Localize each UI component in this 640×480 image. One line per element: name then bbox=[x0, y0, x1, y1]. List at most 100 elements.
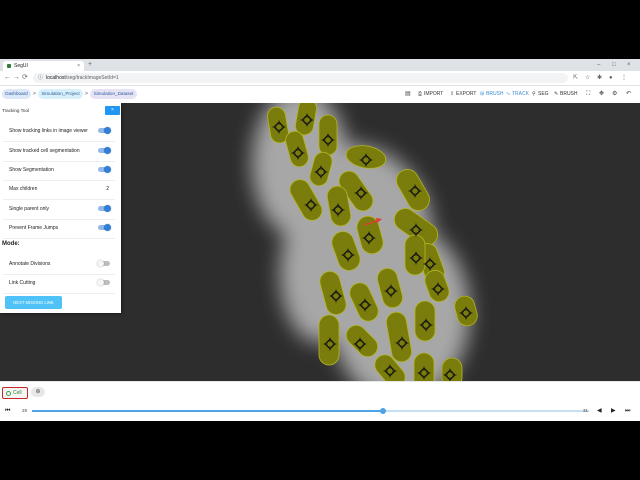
track-tab[interactable]: ∿ TRACK bbox=[506, 89, 529, 99]
toggle-knob bbox=[104, 147, 111, 154]
frame-slider-fill bbox=[32, 410, 383, 412]
url-text: localhost/seg/trackImageSetId=1 bbox=[46, 73, 119, 83]
breadcrumb-label: Dashboard bbox=[5, 91, 28, 96]
new-tab-icon[interactable]: + bbox=[88, 60, 92, 70]
breadcrumb-project[interactable]: Simulation_Project bbox=[38, 89, 83, 99]
breadcrumb-separator: > bbox=[33, 91, 36, 97]
setting-show-segmentation: Show Segmentation bbox=[3, 161, 115, 181]
fullscreen-icon[interactable]: ⛶ bbox=[586, 89, 590, 99]
show-tracked-segmentation-toggle[interactable] bbox=[98, 147, 111, 154]
back-icon[interactable]: ← bbox=[4, 72, 11, 84]
single-parent-toggle[interactable] bbox=[98, 205, 111, 212]
browser-toolbar: ← → ⟳ ⓘ localhost/seg/trackImageSetId=1 … bbox=[0, 71, 640, 86]
browser-window: SegUI × + – □ × ← → ⟳ ⓘ localhost/seg/tr… bbox=[0, 59, 640, 421]
mode-label: Annotate Divisions bbox=[9, 261, 51, 267]
star-icon[interactable]: ☆ bbox=[585, 72, 590, 84]
prevent-frame-jumps-toggle[interactable] bbox=[98, 224, 111, 231]
setting-label: Prevent Frame Jumps bbox=[9, 225, 59, 231]
save-icon[interactable]: ▤ bbox=[405, 89, 411, 99]
breadcrumb-label: Simulation_Dataset bbox=[93, 91, 134, 96]
site-info-icon[interactable]: ⓘ bbox=[38, 73, 43, 83]
add-label-button[interactable]: ⊕ bbox=[31, 387, 45, 397]
mode-label: Link Cutting bbox=[9, 280, 36, 286]
last-frame-icon[interactable]: ⏭ bbox=[625, 406, 630, 416]
image-viewer[interactable]: Tracking Tool × Show tracking links in i… bbox=[0, 103, 640, 381]
panel-title: Tracking Tool bbox=[2, 108, 30, 113]
minimize-icon[interactable]: – bbox=[597, 59, 600, 71]
profile-icon[interactable]: ● bbox=[609, 72, 613, 84]
next-frame-icon[interactable]: ▶ bbox=[611, 406, 616, 416]
brush-button[interactable]: ✎ BRUSH bbox=[554, 89, 578, 99]
address-bar[interactable]: ⓘ localhost/seg/trackImageSetId=1 bbox=[33, 73, 568, 83]
setting-label: Show tracking links in image viewer bbox=[9, 128, 88, 134]
toggle-knob bbox=[104, 205, 111, 212]
forward-icon[interactable]: → bbox=[13, 72, 20, 84]
start-frame-number: 29 bbox=[22, 408, 28, 413]
setting-show-tracked-cell-segmentation: Show tracked cell segmentation bbox=[3, 142, 115, 162]
show-segmentation-toggle[interactable] bbox=[98, 166, 111, 173]
window-close-icon[interactable]: × bbox=[627, 59, 631, 71]
toggle-knob bbox=[104, 224, 111, 231]
setting-max-children: Max children 2 bbox=[3, 180, 115, 200]
toggle-knob bbox=[97, 260, 104, 267]
annotate-divisions-toggle[interactable] bbox=[97, 260, 110, 267]
end-frame-number: 31 bbox=[583, 408, 589, 413]
label-bar: Cell ⊕ bbox=[0, 381, 640, 402]
undo-icon[interactable]: ↶ bbox=[626, 89, 631, 99]
track-tab-label: TRACK bbox=[512, 91, 529, 97]
import-label: IMPORT bbox=[424, 91, 444, 97]
visibility-icon[interactable] bbox=[6, 391, 11, 396]
tab-title: SegUI bbox=[14, 63, 28, 69]
first-frame-icon[interactable]: ⏮ bbox=[5, 406, 10, 416]
label-chip-cell[interactable]: Cell bbox=[2, 387, 28, 399]
app-header: Dashboard > Simulation_Project > Simulat… bbox=[0, 86, 640, 104]
brush-tab-label: BRUSH bbox=[486, 91, 504, 97]
breadcrumb-label: Simulation_Project bbox=[41, 91, 80, 96]
tab-close-icon[interactable]: × bbox=[77, 61, 80, 71]
seg-tab-label: SEG bbox=[538, 91, 549, 97]
url-host: localhost bbox=[46, 75, 66, 81]
max-children-input[interactable]: 2 bbox=[106, 186, 109, 192]
mode-title: Mode: bbox=[2, 241, 20, 247]
setting-label: Single parent only bbox=[9, 206, 50, 212]
toggle-knob bbox=[97, 279, 104, 286]
browser-tab[interactable]: SegUI × bbox=[3, 61, 84, 71]
breadcrumb-separator: > bbox=[85, 91, 88, 97]
setting-label: Show Segmentation bbox=[9, 167, 54, 173]
frame-timeline: ⏮ 29 31 ◀ ▶ ⏭ bbox=[0, 401, 640, 421]
settings-icon[interactable]: ⚙ bbox=[612, 89, 617, 99]
menu-icon[interactable]: ⋮ bbox=[621, 72, 627, 84]
maximize-icon[interactable]: □ bbox=[612, 59, 616, 71]
label-name: Cell bbox=[13, 390, 22, 396]
seg-tab[interactable]: ⚲ SEG bbox=[532, 89, 549, 99]
share-icon[interactable]: ⇱ bbox=[573, 72, 578, 84]
mode-annotate-divisions: Annotate Divisions bbox=[3, 255, 115, 275]
setting-single-parent-only: Single parent only bbox=[3, 200, 115, 220]
browser-tab-strip: SegUI × + – □ × bbox=[0, 59, 640, 71]
brush-tab[interactable]: ⊞ BRUSH bbox=[480, 89, 504, 99]
show-tracking-links-toggle[interactable] bbox=[98, 127, 111, 134]
export-label: EXPORT bbox=[456, 91, 477, 97]
link-cutting-toggle[interactable] bbox=[97, 279, 110, 286]
favicon-icon bbox=[7, 64, 11, 68]
import-button[interactable]: ⎙ IMPORT bbox=[418, 89, 443, 99]
extensions-icon[interactable]: ✱ bbox=[597, 72, 602, 84]
next-missing-link-button[interactable]: NEXT MISSING LINK bbox=[5, 296, 62, 309]
reload-icon[interactable]: ⟳ bbox=[22, 72, 28, 84]
toggle-knob bbox=[104, 127, 111, 134]
panel-close-button[interactable]: × bbox=[105, 106, 120, 115]
url-path: /seg/trackImageSetId=1 bbox=[65, 75, 119, 81]
tracking-tool-panel: Tracking Tool × Show tracking links in i… bbox=[0, 103, 121, 313]
setting-prevent-frame-jumps: Prevent Frame Jumps bbox=[3, 219, 115, 239]
frame-slider-thumb[interactable] bbox=[379, 408, 386, 414]
breadcrumb-dataset[interactable]: Simulation_Dataset bbox=[90, 89, 137, 99]
export-button[interactable]: ⇪ EXPORT bbox=[450, 89, 476, 99]
setting-show-tracking-links: Show tracking links in image viewer bbox=[3, 122, 115, 142]
prev-frame-icon[interactable]: ◀ bbox=[597, 406, 602, 416]
frame-slider[interactable] bbox=[32, 408, 589, 414]
move-icon[interactable]: ✥ bbox=[599, 89, 604, 99]
toggle-knob bbox=[104, 166, 111, 173]
setting-label: Max children bbox=[9, 186, 38, 192]
breadcrumb-dashboard[interactable]: Dashboard bbox=[2, 89, 31, 99]
brush-label: BRUSH bbox=[560, 91, 578, 97]
